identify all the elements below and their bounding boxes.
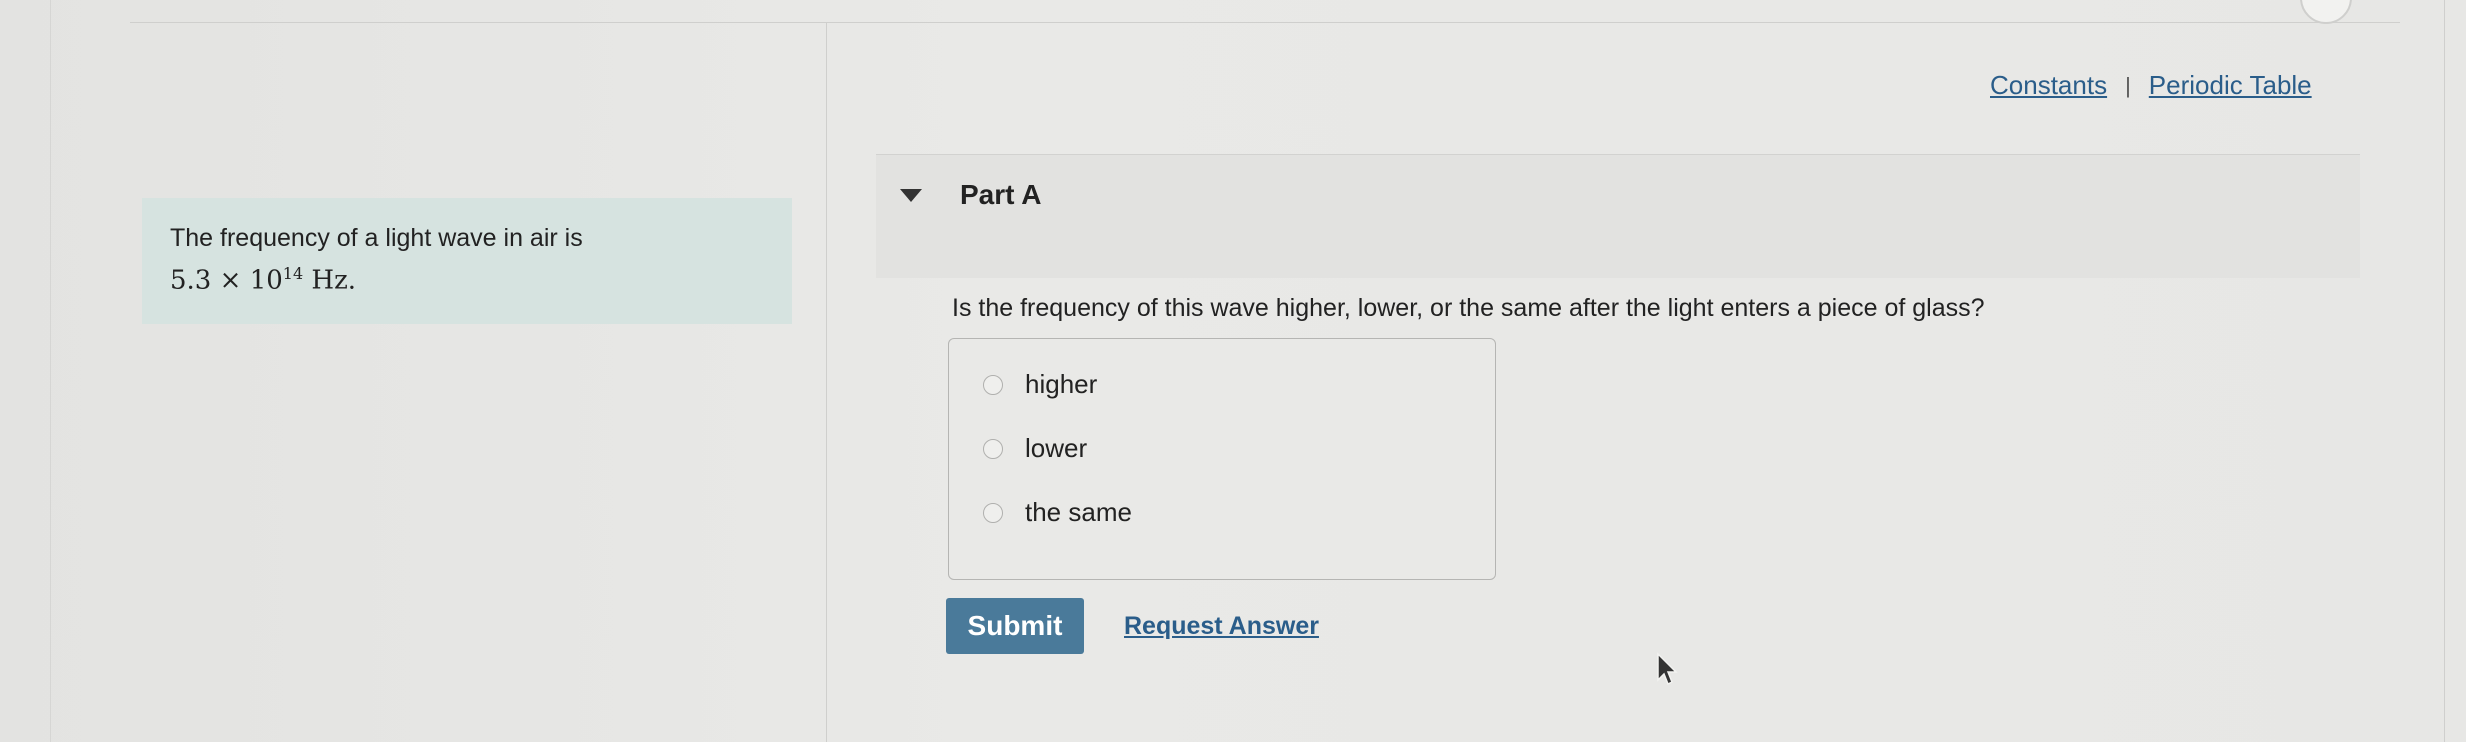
value-period: .: [347, 265, 357, 296]
radio-button[interactable]: [983, 438, 1003, 459]
column-divider: [826, 22, 827, 742]
part-title: Part A: [960, 179, 1042, 210]
radio-button[interactable]: [983, 502, 1003, 523]
problem-intro: The frequency of a light wave in air is: [170, 224, 583, 252]
radio-button[interactable]: [983, 374, 1003, 395]
triangle-down-icon[interactable]: [900, 189, 922, 202]
constants-link[interactable]: Constants: [1990, 70, 2107, 101]
choice-the-same[interactable]: the same: [983, 497, 1132, 528]
choice-label: the same: [1025, 497, 1132, 527]
link-separator: |: [2125, 72, 2131, 98]
value-mantissa: 5.3: [170, 265, 212, 296]
left-edge-divider: [50, 0, 51, 742]
question-text: Is the frequency of this wave higher, lo…: [952, 294, 1985, 322]
part-a-header[interactable]: Part A: [876, 154, 2360, 278]
choice-higher[interactable]: higher: [983, 369, 1097, 400]
choice-lower[interactable]: lower: [983, 433, 1087, 464]
reference-links: Constants | Periodic Table: [1990, 70, 2312, 101]
choice-label: higher: [1025, 369, 1098, 399]
choice-label: lower: [1025, 433, 1088, 463]
mouse-pointer-icon: [1657, 652, 1678, 686]
request-answer-link[interactable]: Request Answer: [1124, 612, 1319, 641]
periodic-table-link[interactable]: Periodic Table: [2149, 70, 2312, 101]
value-base: 10: [249, 265, 283, 296]
submit-button[interactable]: Submit: [946, 598, 1084, 654]
problem-value: 5.3 × 1014 Hz.: [170, 256, 764, 299]
top-divider: [130, 22, 2400, 23]
problem-statement: The frequency of a light wave in air is …: [142, 198, 792, 324]
times-sign: ×: [219, 265, 242, 296]
value-unit: Hz: [311, 265, 348, 296]
page: Constants | Periodic Table The frequency…: [0, 0, 2466, 742]
value-exponent: 14: [282, 264, 304, 283]
top-circle-button[interactable]: [2300, 0, 2352, 24]
answer-choices: higher lower the same: [948, 338, 1496, 580]
right-edge-divider: [2444, 0, 2445, 742]
